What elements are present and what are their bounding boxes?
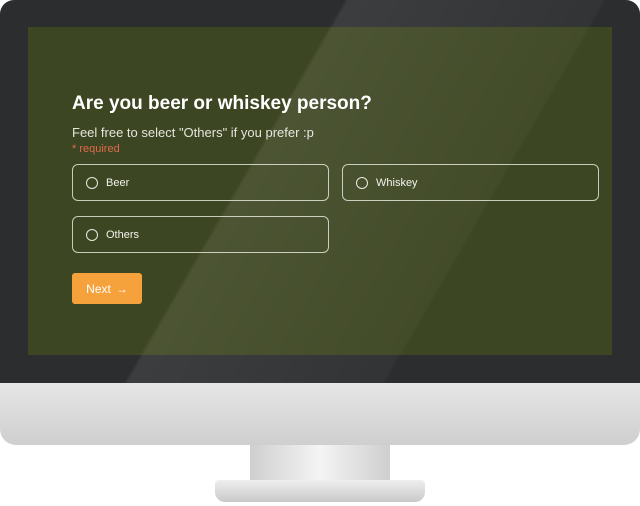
required-indicator: * required	[72, 143, 120, 155]
radio-circle-icon[interactable]	[86, 176, 98, 189]
next-button[interactable]: Next →	[72, 273, 142, 304]
question-subtitle: Feel free to select "Others" if you pref…	[72, 125, 314, 140]
option-whiskey[interactable]: Whiskey	[342, 164, 599, 201]
next-button-label: Next	[86, 281, 111, 296]
radio-circle-icon[interactable]	[86, 228, 98, 241]
option-label: Others	[106, 228, 140, 241]
monitor-stand-base	[215, 480, 425, 502]
radio-circle-icon[interactable]	[356, 176, 368, 189]
option-label: Whiskey	[376, 176, 418, 189]
option-others[interactable]: Others	[72, 216, 329, 253]
question-title: Are you beer or whiskey person?	[72, 93, 372, 114]
survey-screen: Are you beer or whiskey person? Feel fre…	[28, 27, 612, 355]
arrow-right-icon: →	[115, 281, 128, 296]
monitor-stand-neck	[250, 445, 390, 485]
option-label: Beer	[106, 176, 130, 189]
monitor-chin	[0, 383, 640, 445]
option-beer[interactable]: Beer	[72, 164, 329, 201]
